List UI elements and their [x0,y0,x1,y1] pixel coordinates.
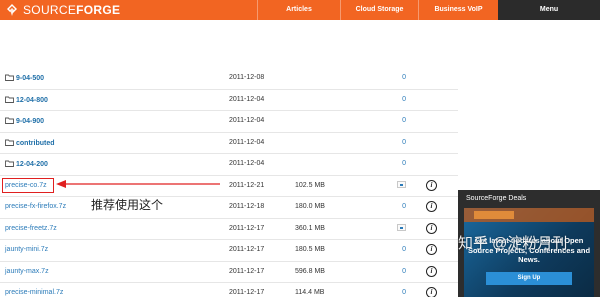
download-count[interactable]: 0 [402,139,406,146]
download-chart-icon[interactable] [397,223,406,231]
folder-link[interactable]: 12-04-200 [5,160,48,168]
annotation-highlight-box [2,177,54,193]
zhihu-watermark: 知乎 @淀粉月刊 [458,235,568,252]
folder-row[interactable]: 12-04-800 2011-12-04 0 [0,90,458,111]
file-link[interactable]: jaunty-max.7z [5,268,49,275]
nav-cloud-storage[interactable]: Cloud Storage [340,0,418,20]
top-navigation-bar: SOURCEFORGE Articles Cloud Storage Busin… [0,0,600,20]
annotation-text: 推荐使用这个 [91,198,164,212]
modified-date: 2011-12-18 [229,203,265,210]
download-count[interactable]: 0 [402,246,406,253]
download-count[interactable]: 0 [402,74,406,81]
folder-row[interactable]: contributed 2011-12-04 0 [0,133,458,154]
download-chart-icon[interactable] [397,180,406,188]
folder-link[interactable]: 12-04-800 [5,96,48,104]
item-name: precise-minimal.7z [5,289,64,296]
file-size: 180.5 MB [295,246,325,253]
modified-date: 2011-12-17 [229,289,265,296]
download-count[interactable]: 0 [402,160,406,167]
folder-icon [5,139,14,146]
file-link[interactable]: precise-minimal.7z [5,289,63,296]
file-row[interactable]: precise-fx-firefox.7z 2011-12-18 180.0 MB 0… [0,197,458,219]
file-size: 596.8 MB [295,267,325,275]
folder-row[interactable]: 12-04-200 2011-12-04 0 [0,154,458,176]
folder-icon [5,117,14,124]
info-icon[interactable]: i [426,265,437,277]
download-count[interactable]: 0 [402,289,406,296]
file-row[interactable]: jaunty-mini.7z 2011-12-17 180.5 MB 0 i [0,240,458,262]
folder-icon [5,96,14,103]
deals-title: SourceForge Deals [466,195,527,202]
modified-date: 2011-12-08 [229,74,265,81]
folder-icon [5,74,14,81]
item-name: 12-04-800 [16,96,48,104]
logo-text-light: SOURCE [23,3,77,17]
modified-date: 2011-12-17 [229,267,265,275]
download-count[interactable]: 0 [402,117,406,124]
folder-link[interactable]: contributed [5,139,55,147]
modified-date: 2011-12-04 [229,160,265,167]
download-count[interactable]: 0 [402,96,406,103]
folder-row[interactable]: 9-04-500 2011-12-08 0 [0,68,458,90]
modified-date: 2011-12-04 [229,95,265,103]
file-size: 102.5 MB [295,181,325,189]
item-name: 9-04-500 [16,75,45,82]
file-link[interactable]: precise-freetz.7z [5,225,57,232]
info-icon[interactable]: i [426,222,437,234]
info-icon[interactable]: i [426,287,437,297]
item-name: jaunty-max.7z [5,267,49,275]
modified-date: 2011-12-17 [229,246,265,253]
annotation-arrow [56,180,220,188]
nav-articles[interactable]: Articles [257,0,340,20]
logo-text-bold: FORGE [76,3,121,17]
file-row[interactable]: jaunty-max.7z 2011-12-17 596.8 MB 0 i [0,262,458,283]
modified-date: 2011-12-04 [229,117,265,124]
folder-link[interactable]: 9-04-500 [5,74,44,82]
folder-link[interactable]: 9-04-900 [5,117,44,125]
banner-decoration-accent [474,211,514,219]
file-size: 180.0 MB [295,203,325,210]
sourceforge-logo-icon [5,3,19,17]
file-link[interactable]: jaunty-mini.7z [5,246,48,253]
file-size: 114.4 MB [295,289,325,296]
nav-business-voip[interactable]: Business VoIP [418,0,498,20]
folder-row[interactable]: 9-04-900 2011-12-04 0 [0,111,458,133]
item-name: 9-04-900 [16,118,45,125]
info-icon[interactable]: i [426,179,437,191]
download-count[interactable]: 0 [402,203,406,210]
sourceforge-logo[interactable]: SOURCEFORGE [0,0,120,20]
download-count[interactable]: 0 [402,268,406,275]
info-icon[interactable]: i [426,201,437,212]
modified-date: 2011-12-17 [229,224,265,232]
logo-text: SOURCEFORGE [23,3,120,17]
item-name: jaunty-mini.7z [5,246,49,253]
file-size: 360.1 MB [295,224,325,232]
file-row[interactable]: precise-minimal.7z 2011-12-17 114.4 MB 0 i [0,283,458,297]
modified-date: 2011-12-21 [229,181,265,189]
file-row[interactable]: precise-freetz.7z2011-12-17360.1 MB3i [0,219,458,240]
sign-up-button[interactable]: Sign Up [486,272,572,285]
item-name: precise-freetz.7z [5,224,57,232]
item-name: precise-fx-firefox.7z [5,203,67,210]
folder-icon [5,160,14,167]
modified-date: 2011-12-04 [229,138,265,146]
menu-button[interactable]: Menu [498,0,600,20]
item-name: 12-04-200 [16,161,48,168]
file-link[interactable]: precise-fx-firefox.7z [5,203,66,210]
item-name: contributed [16,139,55,147]
info-icon[interactable]: i [426,244,437,255]
